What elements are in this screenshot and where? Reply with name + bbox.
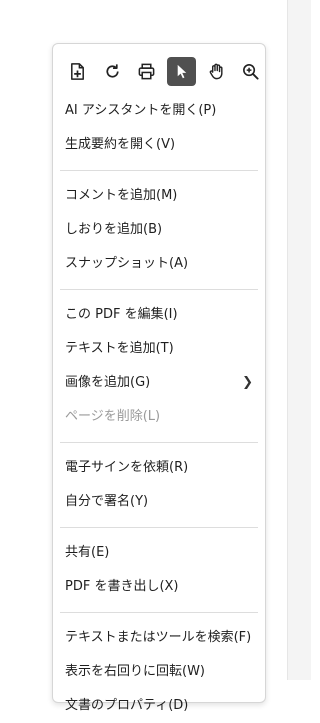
menu-item-add-comment[interactable]: コメントを追加(M) — [53, 179, 265, 213]
hand-tool-icon — [209, 63, 223, 79]
menu-item-delete-page: ページを削除(L) — [65, 409, 161, 424]
print-button[interactable] — [132, 57, 161, 86]
hand-tool-button[interactable] — [202, 57, 231, 86]
menu-item-rotate-view[interactable]: 表示を右回りに回転(W) — [53, 655, 265, 689]
zoom-in-icon — [243, 63, 259, 80]
menu-item-add-image[interactable]: 画像を追加(G) ❯ — [53, 366, 265, 400]
rotate-icon — [105, 63, 119, 78]
rotate-button[interactable] — [98, 57, 127, 86]
print-icon — [138, 63, 155, 79]
menu-divider — [60, 527, 258, 528]
menu-item-request-esignature[interactable]: 電子サインを依頼(R) — [53, 451, 265, 485]
page-add-button[interactable] — [63, 57, 92, 86]
menu-item-generative-summary[interactable]: 生成要約を開く(V) — [53, 128, 265, 162]
right-side-panel — [287, 0, 311, 680]
menu-divider — [60, 612, 258, 613]
menu-item-edit-pdf[interactable]: この PDF を編集(I) — [53, 298, 265, 332]
menu-item-sign-yourself[interactable]: 自分で署名(Y) — [53, 485, 265, 519]
menu-divider — [60, 442, 258, 443]
page-add-icon — [70, 62, 84, 80]
menu-item-export-pdf[interactable]: PDF を書き出し(X) — [53, 570, 265, 604]
select-tool-button[interactable] — [167, 56, 196, 86]
menu-item-snapshot[interactable]: スナップショット(A) — [53, 247, 265, 281]
menu-item-share[interactable]: 共有(E) — [53, 536, 265, 570]
menu-divider — [60, 170, 258, 171]
menu-items: AI アシスタントを開く(P) 生成要約を開く(V) コメントを追加(M) しお… — [53, 88, 265, 723]
menu-item-search-tools[interactable]: テキストまたはツールを検索(F) — [53, 621, 265, 655]
quick-toolbar — [53, 44, 265, 88]
menu-item-add-text[interactable]: テキストを追加(T) — [53, 332, 265, 366]
zoom-in-button[interactable] — [236, 57, 265, 86]
menu-item-add-image-label: 画像を追加(G) — [65, 375, 151, 390]
select-cursor-icon — [177, 64, 187, 78]
menu-item-document-properties[interactable]: 文書のプロパティ(D) — [53, 689, 265, 723]
chevron-right-icon: ❯ — [242, 375, 253, 390]
context-menu: AI アシスタントを開く(P) 生成要約を開く(V) コメントを追加(M) しお… — [52, 43, 266, 713]
menu-divider — [60, 289, 258, 290]
menu-item-add-bookmark[interactable]: しおりを追加(B) — [53, 213, 265, 247]
menu-item-ai-assistant[interactable]: AI アシスタントを開く(P) — [53, 94, 265, 128]
